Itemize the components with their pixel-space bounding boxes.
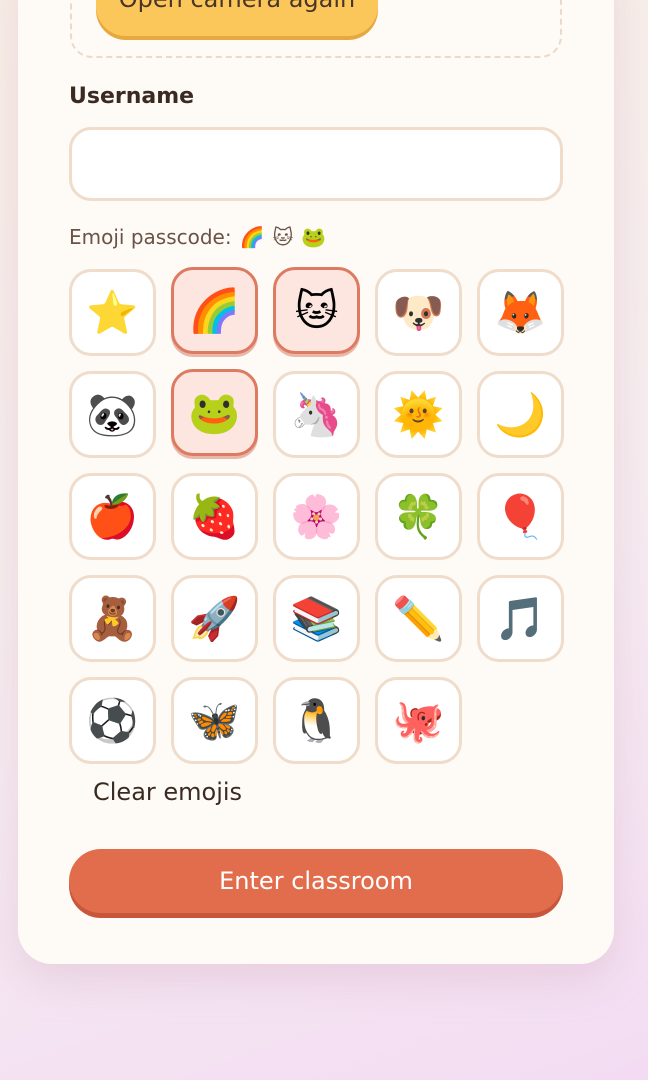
emoji-tile-strawberry[interactable]: 🍓: [171, 473, 258, 560]
emoji-tile-cat[interactable]: 🐱: [273, 267, 360, 354]
emoji-tile-flower[interactable]: 🌸: [273, 473, 360, 560]
emoji-tile-panda[interactable]: 🐼: [69, 371, 156, 458]
emoji-tile-butterfly[interactable]: 🦋: [171, 677, 258, 764]
passcode-emoji: 🐸: [301, 225, 327, 249]
emoji-tile-books[interactable]: 📚: [273, 575, 360, 662]
emoji-tile-balloon[interactable]: 🎈: [477, 473, 564, 560]
emoji-tile-penguin[interactable]: 🐧: [273, 677, 360, 764]
emoji-tile-fox[interactable]: 🦊: [477, 269, 564, 356]
emoji-tile-apple[interactable]: 🍎: [69, 473, 156, 560]
emoji-tile-clover[interactable]: 🍀: [375, 473, 462, 560]
passcode-emoji: 🐱: [272, 225, 294, 249]
username-input[interactable]: [69, 127, 563, 201]
passcode-emoji: 🌈: [239, 225, 265, 249]
emoji-tile-star[interactable]: ⭐: [69, 269, 156, 356]
emoji-tile-moon[interactable]: 🌙: [477, 371, 564, 458]
emoji-tile-sun[interactable]: 🌞: [375, 371, 462, 458]
emoji-tile-music-note[interactable]: 🎵: [477, 575, 564, 662]
emoji-tile-octopus[interactable]: 🐙: [375, 677, 462, 764]
emoji-tile-teddy-bear[interactable]: 🧸: [69, 575, 156, 662]
emoji-tile-rocket[interactable]: 🚀: [171, 575, 258, 662]
enter-classroom-button[interactable]: Enter classroom: [69, 849, 563, 913]
emoji-tile-dog[interactable]: 🐶: [375, 269, 462, 356]
emoji-tile-unicorn[interactable]: 🦄: [273, 371, 360, 458]
emoji-passcode-display: Emoji passcode: 🌈 🐱 🐸: [69, 225, 326, 249]
emoji-grid: ⭐ 🌈 🐱 🐶 🦊 🐼 🐸 🦄 🌞 🌙 🍎 🍓 🌸 🍀 🎈 🧸 🚀 📚 ✏️ 🎵 ⚽ 🦋 🐧 🐙: [69, 267, 569, 764]
passcode-emoji-list: 🌈 🐱 🐸: [240, 225, 327, 249]
username-label: Username: [69, 84, 195, 109]
open-camera-button[interactable]: Open camera again: [96, 0, 378, 36]
clear-emojis-button[interactable]: Clear emojis: [93, 778, 242, 806]
emoji-passcode-label: Emoji passcode:: [69, 225, 232, 249]
emoji-tile-soccer-ball[interactable]: ⚽: [69, 677, 156, 764]
emoji-tile-pencil[interactable]: ✏️: [375, 575, 462, 662]
emoji-tile-frog[interactable]: 🐸: [171, 369, 258, 456]
emoji-tile-rainbow[interactable]: 🌈: [171, 267, 258, 354]
